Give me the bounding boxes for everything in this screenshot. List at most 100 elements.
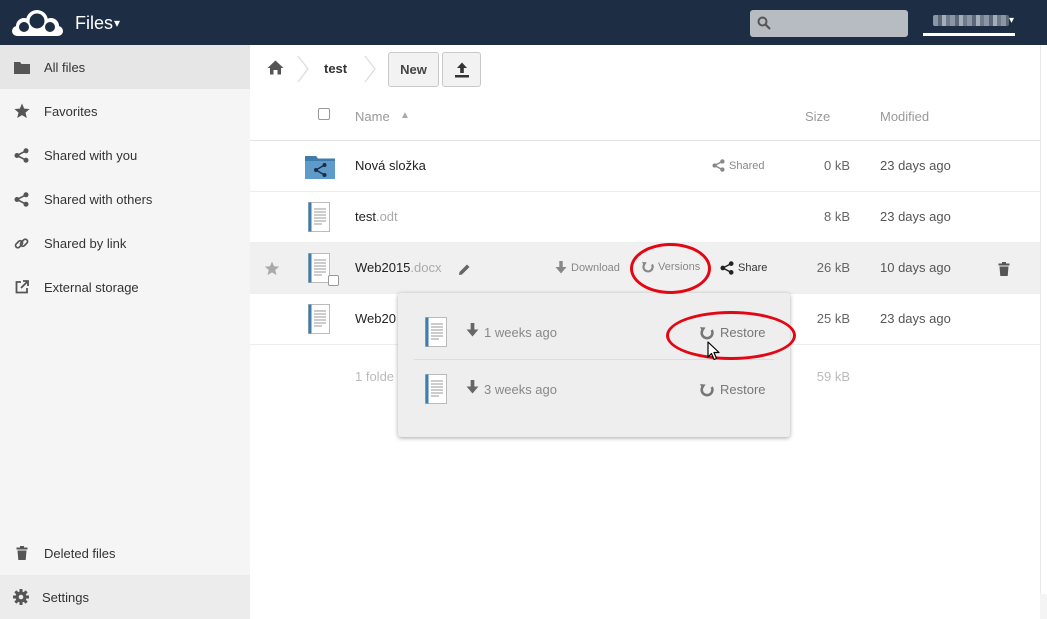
app-title[interactable]: Files: [75, 13, 113, 34]
document-icon: [425, 317, 447, 347]
sidebar-item-shared-with-others[interactable]: Shared with others: [0, 177, 250, 221]
column-header-modified[interactable]: Modified: [880, 109, 929, 124]
sidebar-item-label: Shared by link: [44, 236, 127, 251]
select-all-checkbox[interactable]: [318, 108, 330, 120]
share-label: Share: [738, 262, 768, 274]
user-menu[interactable]: ▾: [923, 12, 1015, 36]
file-size: 8 kB: [823, 209, 850, 224]
rename-pencil-icon[interactable]: [458, 263, 471, 276]
sort-ascending-icon[interactable]: ▲: [400, 110, 410, 121]
gear-icon: [12, 589, 29, 605]
download-icon: [555, 261, 567, 274]
sidebar-item-favorites[interactable]: Favorites: [0, 89, 250, 133]
app-menu-caret-icon[interactable]: ▾: [114, 16, 120, 30]
file-row[interactable]: Web2015.docx Download Versions Share 26 …: [250, 243, 1047, 294]
sidebar-item-deleted-files[interactable]: Deleted files: [0, 531, 250, 575]
shared-folder-icon: [305, 156, 335, 179]
controls-bar: test New: [250, 45, 1047, 93]
share-icon: [13, 191, 30, 207]
sidebar-item-label: Settings: [42, 590, 89, 605]
download-version-icon[interactable]: [466, 323, 479, 337]
sidebar-item-shared-with-you[interactable]: Shared with you: [0, 133, 250, 177]
share-icon: [13, 147, 30, 163]
link-icon: [13, 235, 30, 251]
sidebar-item-all-files[interactable]: All files: [0, 45, 250, 89]
column-header-name[interactable]: Name: [355, 109, 390, 124]
file-table-header: Name ▲ Size Modified: [250, 93, 1047, 141]
column-header-size[interactable]: Size: [805, 109, 830, 124]
sidebar-item-external-storage[interactable]: External storage: [0, 265, 250, 309]
sidebar-item-label: Shared with others: [44, 192, 153, 207]
download-label: Download: [571, 261, 620, 274]
file-name[interactable]: Nová složka: [355, 158, 426, 173]
upload-button[interactable]: [442, 52, 481, 87]
restore-icon: [700, 383, 714, 396]
shared-action[interactable]: Shared: [712, 159, 764, 172]
document-icon: [308, 202, 330, 232]
mouse-cursor-icon: [707, 341, 720, 361]
search-input[interactable]: [750, 10, 908, 37]
sidebar-item-shared-by-link[interactable]: Shared by link: [0, 221, 250, 265]
folder-icon: [13, 59, 30, 75]
file-modified: 10 days ago: [880, 260, 951, 275]
download-version-icon[interactable]: [466, 380, 479, 394]
version-date[interactable]: 1 weeks ago: [484, 325, 557, 340]
home-icon[interactable]: [267, 60, 284, 75]
user-menu-underline: [923, 33, 1015, 36]
restore-button[interactable]: Restore: [700, 382, 766, 397]
document-icon: [308, 304, 330, 334]
sidebar-item-label: All files: [44, 60, 86, 75]
versions-label: Versions: [658, 261, 701, 273]
file-name[interactable]: test.odt: [355, 209, 398, 224]
download-action[interactable]: Download: [555, 261, 620, 274]
share-icon: [712, 159, 725, 172]
file-row[interactable]: test.odt 8 kB 23 days ago: [250, 192, 1047, 243]
breadcrumb-separator-icon: [297, 55, 309, 83]
star-icon: [13, 103, 30, 119]
versions-dropdown: 1 weeks ago Restore 3 weeks ago Restore: [398, 293, 790, 437]
sidebar: All files Favorites Shared with you Shar…: [0, 45, 250, 619]
restore-button[interactable]: Restore: [700, 325, 766, 340]
sidebar-item-label: Shared with you: [44, 148, 138, 163]
new-button[interactable]: New: [388, 52, 439, 87]
file-size: 0 kB: [823, 158, 850, 173]
upload-icon: [455, 62, 469, 78]
sidebar-item-settings[interactable]: Settings: [0, 575, 250, 619]
restore-label: Restore: [720, 325, 766, 340]
versions-action[interactable]: Versions: [642, 261, 700, 273]
file-name[interactable]: Web20: [355, 311, 396, 326]
scrollbar-track[interactable]: [1040, 45, 1047, 594]
shared-label: Shared: [729, 159, 765, 172]
file-size: 26 kB: [816, 260, 850, 275]
trash-icon: [13, 545, 30, 561]
file-modified: 23 days ago: [880, 209, 951, 224]
blurred-username: [933, 15, 1009, 26]
share-action[interactable]: Share: [720, 261, 767, 275]
file-modified: 23 days ago: [880, 158, 951, 173]
app-header: Files ▾ ▾: [0, 0, 1047, 45]
file-row[interactable]: Nová složka Shared 0 kB 23 days ago: [250, 141, 1047, 192]
share-icon: [720, 261, 734, 275]
sidebar-item-label: External storage: [44, 280, 139, 295]
window-edge: [1040, 594, 1047, 619]
history-icon: [642, 262, 654, 273]
restore-label: Restore: [720, 382, 766, 397]
breadcrumb-current[interactable]: test: [324, 61, 347, 76]
summary-folder-count: 1 folde: [355, 369, 395, 384]
restore-icon: [700, 326, 714, 339]
delete-trash-icon[interactable]: [998, 262, 1010, 276]
sidebar-item-label: Deleted files: [44, 546, 116, 561]
owncloud-logo-icon[interactable]: [10, 7, 64, 39]
file-name[interactable]: Web2015.docx: [355, 260, 442, 275]
favorite-star-icon[interactable]: [264, 261, 280, 276]
document-icon: [425, 374, 447, 404]
breadcrumb-separator-icon: [364, 55, 376, 83]
file-modified: 23 days ago: [880, 311, 951, 326]
document-icon: [308, 253, 339, 286]
version-date[interactable]: 3 weeks ago: [484, 382, 557, 397]
version-item: 3 weeks ago Restore: [414, 360, 774, 417]
external-link-icon: [13, 279, 30, 295]
summary-total-size: 59 kB: [816, 369, 850, 384]
search-icon: [757, 16, 771, 30]
user-menu-caret-icon: ▾: [1009, 15, 1015, 26]
